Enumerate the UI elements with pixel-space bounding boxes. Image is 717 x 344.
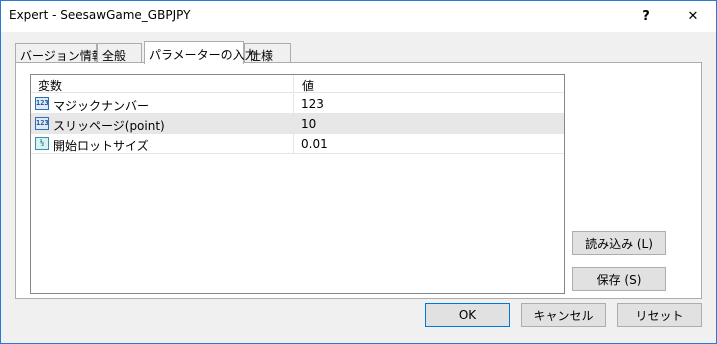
parameter-name: スリッページ(point) [53, 114, 294, 134]
table-row[interactable]: 123 マジックナンバー 123 [31, 94, 564, 114]
cancel-button[interactable]: キャンセル [521, 303, 606, 327]
parameters-panel: 変数 値 123 マジックナンバー 123 123 スリッページ(point) … [15, 62, 702, 299]
ok-button[interactable]: OK [425, 303, 510, 327]
title-bar: Expert - SeesawGame_GBPJPY ? ✕ [1, 1, 716, 32]
close-button[interactable]: ✕ [670, 1, 716, 32]
tab-parameter-input[interactable]: パラメーターの入力 [144, 41, 257, 64]
help-icon: ? [642, 9, 650, 24]
reset-button[interactable]: リセット [617, 303, 702, 327]
table-row[interactable]: ½ 開始ロットサイズ 0.01 [31, 134, 564, 154]
load-button[interactable]: 読み込み (L) [572, 231, 666, 255]
expert-dialog: Expert - SeesawGame_GBPJPY ? ✕ バージョン情報 全… [0, 0, 717, 344]
close-icon: ✕ [687, 9, 699, 24]
tab-general[interactable]: 全般 [97, 43, 142, 63]
tab-version-info[interactable]: バージョン情報 [15, 43, 104, 63]
column-header-value[interactable]: 値 [295, 75, 564, 93]
parameter-value[interactable]: 10 [301, 114, 561, 134]
help-button[interactable]: ? [623, 1, 669, 32]
double-icon: ½ [35, 137, 49, 150]
save-button[interactable]: 保存 (S) [572, 267, 666, 291]
parameters-table[interactable]: 変数 値 123 マジックナンバー 123 123 スリッページ(point) … [30, 74, 565, 294]
window-title: Expert - SeesawGame_GBPJPY [9, 8, 191, 22]
parameter-name: 開始ロットサイズ [53, 134, 294, 154]
integer-icon: 123 [35, 117, 49, 130]
table-row[interactable]: 123 スリッページ(point) 10 [31, 114, 564, 134]
integer-icon: 123 [35, 97, 49, 110]
parameter-value[interactable]: 123 [301, 94, 561, 114]
table-header: 変数 値 [31, 75, 564, 93]
parameter-name: マジックナンバー [53, 94, 294, 114]
column-header-variable[interactable]: 変数 [31, 75, 294, 93]
parameter-value[interactable]: 0.01 [301, 134, 561, 154]
